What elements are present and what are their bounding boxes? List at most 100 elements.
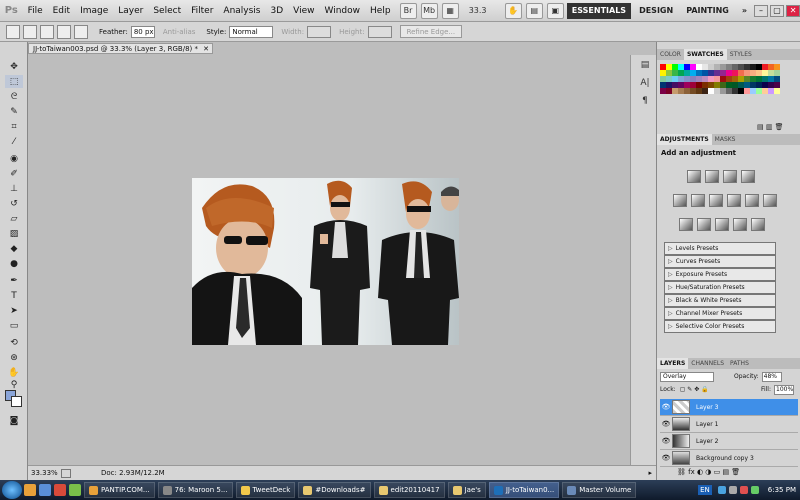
height-input[interactable] [367,25,392,38]
preset-item[interactable]: ▷ Exposure Presets [664,268,776,281]
menu-edit[interactable]: Edit [48,6,75,16]
refine-edge-button[interactable]: Refine Edge... [399,25,463,38]
quick-launch-icon[interactable] [24,484,36,496]
tray-icon[interactable] [739,486,748,494]
document-image[interactable] [192,178,459,345]
opacity-input[interactable]: 48% [761,371,782,382]
workspace-essentials[interactable]: ESSENTIALS [566,2,632,19]
character-panel-icon[interactable]: A| [637,78,653,92]
layer-row[interactable]: 👁 Layer 2 [660,433,798,450]
canvas-area[interactable] [28,55,630,465]
lasso-tool-icon[interactable]: ᘓ [5,90,23,103]
taskbar-task[interactable]: JJ-toTaiwan0... [488,482,560,498]
new-selection-icon[interactable] [23,24,37,39]
visibility-eye-icon[interactable]: 👁 [660,454,672,462]
swatches-grid[interactable] [660,64,788,122]
tray-icon[interactable] [728,486,737,494]
levels-icon[interactable] [705,170,719,183]
zoom-level-field[interactable]: 33.3 [469,6,501,15]
tab-paths[interactable]: PATHS [727,358,752,369]
taskbar-task[interactable]: Jae's [447,482,486,498]
feather-input[interactable]: 80 px [130,25,155,38]
add-selection-icon[interactable] [40,24,54,39]
subtract-selection-icon[interactable] [57,24,71,39]
type-tool-icon[interactable]: T [5,289,23,302]
taskbar-task[interactable]: edit20110417 [373,482,445,498]
swatch-footer-icons[interactable]: ▤ ▥ 🗑 [757,123,784,131]
antialias-checkbox[interactable]: Anti-alias [163,28,196,36]
exposure-icon[interactable] [741,170,755,183]
selective-color-icon[interactable] [751,218,765,231]
lock-icons[interactable]: ▢ ✎ ✥ 🔒 [680,386,709,393]
style-select[interactable]: Normal [229,25,274,38]
path-selection-icon[interactable]: ➤ [5,304,23,317]
layer-footer-icons[interactable]: ⛓ fx ◐ ◑ ▭ ▤ 🗑 [677,468,740,476]
quick-launch-icon[interactable] [39,484,51,496]
document-tab[interactable]: JJ-toTaiwan003.psd @ 33.3% (Layer 3, RGB… [28,43,213,54]
gradient-map-icon[interactable] [733,218,747,231]
move-tool-icon[interactable]: ✥ [5,60,23,73]
workspace-painting[interactable]: PAINTING [681,3,734,19]
threshold-icon[interactable] [715,218,729,231]
3d-orbit-icon[interactable]: ⊛ [5,351,23,364]
mini-bridge-icon[interactable]: Mb [420,2,438,19]
menu-view[interactable]: View [288,6,319,16]
layer-row[interactable]: 👁 Layer 3 [660,399,798,416]
gradient-tool-icon[interactable]: ▨ [5,227,23,240]
taskbar-task[interactable]: 76: Maroon 5... [157,482,233,498]
tab-adjustments[interactable]: ADJUSTMENTS [657,134,712,145]
pen-tool-icon[interactable]: ✒ [5,274,23,287]
preset-item[interactable]: ▷ Levels Presets [664,242,776,255]
tab-styles[interactable]: STYLES [727,49,755,60]
hand-tool-icon[interactable]: ✋ [5,366,23,379]
channel-mixer-icon[interactable] [763,194,777,207]
eyedropper-tool-icon[interactable]: ⁄ [5,135,23,148]
posterize-icon[interactable] [697,218,711,231]
width-input[interactable] [307,25,332,38]
visibility-eye-icon[interactable]: 👁 [660,403,672,411]
crop-tool-icon[interactable]: ⌗ [5,120,23,133]
quick-mask-icon[interactable]: ◙ [5,414,23,427]
taskbar-task[interactable]: PANTIP.COM... [84,482,155,498]
preset-item[interactable]: ▷ Channel Mixer Presets [664,307,776,320]
tray-icon[interactable] [717,486,726,494]
menu-help[interactable]: Help [365,6,396,16]
arrange-documents-icon[interactable]: ▤ [525,2,543,19]
bridge-icon[interactable]: Br [399,2,417,19]
visibility-eye-icon[interactable]: 👁 [660,437,672,445]
spot-healing-icon[interactable]: ◉ [5,152,23,165]
blur-tool-icon[interactable]: ◆ [5,242,23,255]
zoom-tool-icon[interactable]: ⚲ [5,380,23,390]
tab-channels[interactable]: CHANNELS [688,358,727,369]
visibility-eye-icon[interactable]: 👁 [660,420,672,428]
photo-filter-icon[interactable] [745,194,759,207]
blend-mode-select[interactable]: Overlay [660,371,714,382]
brightness-icon[interactable] [687,170,701,183]
view-extras-icon[interactable]: ▦ [441,2,459,19]
dodge-tool-icon[interactable]: ● [5,257,23,270]
quick-launch-icon[interactable] [54,484,66,496]
menu-select[interactable]: Select [148,6,186,16]
fill-input[interactable]: 100% [774,384,794,395]
status-zoom[interactable]: 33.33% [31,469,59,477]
marquee-tool-icon[interactable]: ⬚ [5,75,23,88]
vibrance-icon[interactable] [673,194,687,207]
taskbar-task[interactable]: TweetDeck [235,482,296,498]
tray-icon[interactable] [750,486,759,494]
preset-item[interactable]: ▷ Selective Color Presets [664,320,776,333]
preset-item[interactable]: ▷ Black & White Presets [664,294,776,307]
marquee-tool-icon[interactable] [6,24,20,39]
tab-layers[interactable]: LAYERS [657,358,689,369]
history-brush-icon[interactable]: ↺ [5,197,23,210]
menu-image[interactable]: Image [75,6,113,16]
layer-row[interactable]: 👁 Background copy 3 [660,450,798,467]
menu-layer[interactable]: Layer [113,6,148,16]
close-tab-icon[interactable]: ✕ [203,45,209,53]
screen-mode-icon[interactable]: ▣ [546,2,564,19]
quick-selection-icon[interactable]: ✎ [5,105,23,118]
hand-icon[interactable]: ✋ [504,2,522,19]
curves-icon[interactable] [723,170,737,183]
close-button[interactable]: ✕ [786,4,800,17]
black-white-icon[interactable] [727,194,741,207]
status-icon[interactable] [61,468,71,478]
